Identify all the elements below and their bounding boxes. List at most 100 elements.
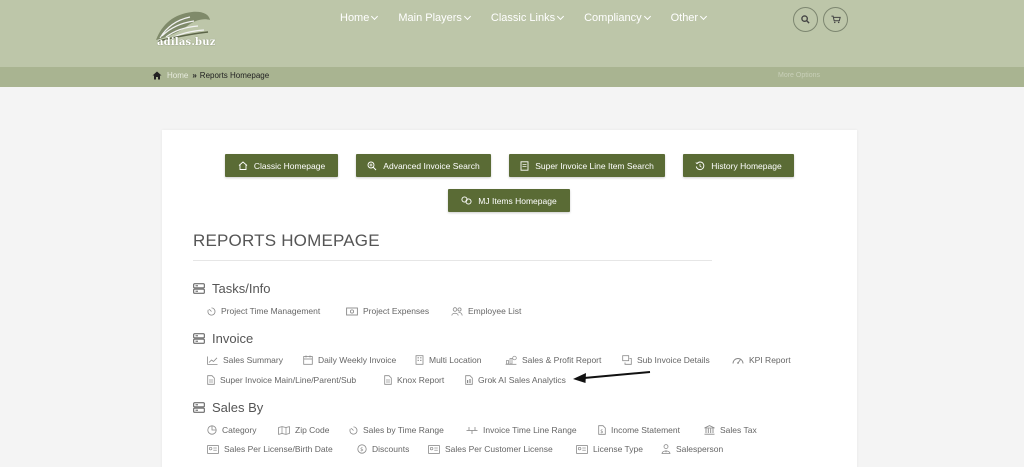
link-label: License Type [593, 444, 643, 454]
link-income-statement[interactable]: $ Income Statement [598, 425, 680, 435]
section-title-sales-by: Sales By [193, 400, 263, 415]
link-label: Salesperson [676, 444, 724, 454]
timeline-icon [466, 426, 478, 434]
link-label: KPI Report [749, 355, 791, 365]
coin-icon: $ [357, 444, 367, 454]
page-title: REPORTS HOMEPAGE [193, 231, 380, 250]
section-title-invoice: Invoice [193, 331, 253, 346]
advanced-invoice-search-button[interactable]: Advanced Invoice Search [356, 154, 491, 177]
link-label: Category [222, 425, 257, 435]
breadcrumb-bar: Home » Reports Homepage More Options [0, 67, 1024, 87]
layers-icon [622, 355, 632, 365]
server-icon [193, 283, 205, 294]
coins-chart-icon [505, 355, 517, 365]
link-sales-summary[interactable]: Sales Summary [207, 355, 283, 365]
reports-card: Classic Homepage Advanced Invoice Search… [162, 130, 857, 467]
link-label: Zip Code [295, 425, 330, 435]
mj-items-homepage-button[interactable]: MJ Items Homepage [448, 189, 570, 212]
timer-icon [207, 306, 216, 315]
search-icon [801, 15, 810, 24]
link-knox-report[interactable]: Knox Report [384, 375, 444, 385]
super-invoice-line-item-search-label: Super Invoice Line Item Search [535, 160, 654, 171]
link-sales-profit-report[interactable]: Sales & Profit Report [505, 355, 601, 365]
link-label: Daily Weekly Invoice [318, 355, 397, 365]
link-label: Sales & Profit Report [522, 355, 602, 365]
link-salesperson[interactable]: Salesperson [661, 444, 723, 454]
link-category[interactable]: Category [207, 425, 257, 435]
link-sales-by-time-range[interactable]: Sales by Time Range [349, 425, 444, 435]
main-nav: Home Main Players Classic Links Complian… [340, 12, 727, 24]
section-title-invoice-label: Invoice [212, 331, 254, 346]
nav-home-label: Home [340, 12, 370, 24]
link-project-time-management[interactable]: Project Time Management [207, 306, 320, 316]
link-daily-weekly-invoice[interactable]: Daily Weekly Invoice [303, 355, 396, 365]
document-dollar-icon: $ [598, 425, 606, 435]
nav-classic-links-label: Classic Links [490, 12, 556, 24]
search-button[interactable] [793, 7, 818, 32]
nav-other[interactable]: Other [670, 12, 708, 24]
home-icon[interactable] [152, 71, 162, 80]
nav-other-label: Other [670, 12, 699, 24]
document-chart-icon [465, 375, 473, 385]
section-title-tasks-label: Tasks/Info [212, 281, 271, 296]
map-icon [278, 425, 290, 435]
nav-main-players[interactable]: Main Players [398, 12, 471, 24]
link-multi-location[interactable]: Multi Location [415, 355, 481, 365]
classic-homepage-button[interactable]: Classic Homepage [225, 154, 338, 177]
users-icon [451, 306, 463, 316]
line-chart-icon [207, 356, 218, 365]
money-icon [346, 307, 358, 315]
link-label: Multi Location [429, 355, 482, 365]
items-icon [461, 196, 472, 205]
calendar-icon [303, 355, 313, 365]
link-label: Super Invoice Main/Line/Parent/Sub [220, 375, 357, 385]
advanced-invoice-search-label: Advanced Invoice Search [383, 160, 480, 171]
breadcrumb: Home » Reports Homepage [152, 71, 269, 80]
home-icon [238, 161, 248, 170]
link-license-type[interactable]: License Type [576, 444, 643, 454]
mj-items-homepage-label: MJ Items Homepage [478, 195, 557, 206]
id-card-icon [428, 444, 440, 454]
super-invoice-line-item-search-button[interactable]: Super Invoice Line Item Search [509, 154, 665, 177]
link-kpi-report[interactable]: KPI Report [732, 355, 791, 365]
link-grok-ai-sales-analytics[interactable]: Grok AI Sales Analytics [465, 375, 566, 385]
link-employee-list[interactable]: Employee List [451, 306, 521, 316]
breadcrumb-home-link[interactable]: Home [167, 71, 188, 80]
cart-button[interactable] [823, 7, 848, 32]
link-label: Grok AI Sales Analytics [478, 375, 566, 385]
gauge-icon [732, 358, 744, 364]
link-zip-code[interactable]: Zip Code [278, 425, 330, 435]
chevron-down-icon [643, 12, 651, 21]
link-sub-invoice-details[interactable]: Sub Invoice Details [622, 355, 710, 365]
link-project-expenses[interactable]: Project Expenses [346, 306, 429, 316]
link-label: Invoice Time Line Range [483, 425, 577, 435]
document-icon [384, 375, 392, 385]
document-icon [207, 375, 215, 385]
user-tie-icon [661, 444, 671, 454]
nav-compliancy[interactable]: Compliancy [584, 12, 651, 24]
link-sales-tax[interactable]: Sales Tax [704, 425, 757, 435]
title-divider [193, 260, 712, 261]
timer-icon [349, 425, 358, 434]
search-plus-icon [367, 161, 377, 170]
nav-main-players-label: Main Players [398, 12, 462, 24]
history-icon [695, 161, 705, 170]
link-super-invoice-main[interactable]: Super Invoice Main/Line/Parent/Sub [207, 375, 356, 385]
nav-classic-links[interactable]: Classic Links [490, 12, 565, 24]
link-sales-per-license-birth-date[interactable]: Sales Per License/Birth Date [207, 444, 333, 454]
link-label: Sales Tax [720, 425, 757, 435]
history-homepage-button[interactable]: History Homepage [683, 154, 794, 177]
link-invoice-time-line-range[interactable]: Invoice Time Line Range [466, 425, 577, 435]
svg-text:$: $ [360, 447, 364, 453]
history-homepage-label: History Homepage [711, 160, 782, 171]
document-icon [520, 160, 529, 171]
link-label: Discounts [372, 444, 410, 454]
link-discounts[interactable]: $ Discounts [357, 444, 409, 454]
chevron-down-icon [463, 12, 471, 21]
site-header: adilas.buz Home Main Players Classic Lin… [0, 0, 1024, 67]
more-options-link[interactable]: More Options [778, 72, 820, 79]
link-label: Project Expenses [363, 306, 430, 316]
svg-text:$: $ [600, 429, 603, 435]
nav-home[interactable]: Home [340, 12, 379, 24]
link-sales-per-customer-license[interactable]: Sales Per Customer License [428, 444, 553, 454]
